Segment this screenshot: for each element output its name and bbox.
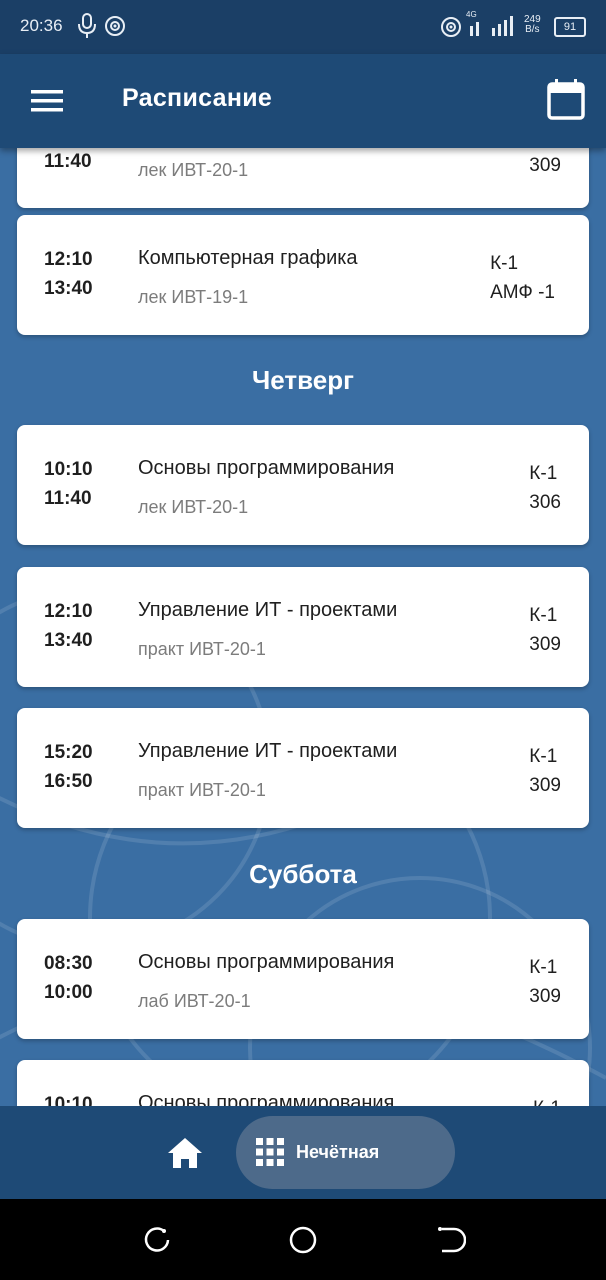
week-parity-button[interactable]: Нечётная [236, 1116, 455, 1189]
lesson-time: 11:40 [44, 148, 92, 176]
lesson-building: К-1 [490, 253, 519, 274]
lesson-card[interactable]: 15:20 16:50 Управление ИТ - проектами пр… [17, 708, 589, 828]
wifi-icon [438, 12, 464, 45]
lesson-time-end: 10:00 [44, 982, 93, 1003]
lesson-meta: практ ИВТ-20-1 [138, 639, 266, 659]
home-circle-icon[interactable] [286, 1223, 320, 1257]
lesson-room: 309 [529, 148, 561, 180]
signal-label: 4G [466, 10, 477, 19]
lesson-room-number: АМФ -1 [490, 282, 555, 303]
lesson-time-start: 10:10 [44, 1094, 93, 1106]
lesson-time-end: 13:40 [44, 630, 93, 651]
home-icon[interactable] [162, 1130, 208, 1176]
lesson-time-end: 11:40 [44, 151, 92, 172]
lesson-meta: лаб ИВТ-20-1 [138, 991, 251, 1011]
lesson-time-start: 12:10 [44, 601, 93, 622]
grid-icon [256, 1138, 284, 1171]
lesson-subject: Управление ИТ - проектами [138, 599, 398, 621]
lesson-time-start: 12:10 [44, 249, 93, 270]
net-speed: 249 B/s [524, 15, 541, 35]
lesson-room: К-1 309 [529, 601, 561, 659]
lesson-card[interactable]: 10:10 11:40 Основы программирования лек … [17, 425, 589, 545]
android-nav-bar [0, 1199, 606, 1280]
lesson-building: К-1 [529, 746, 558, 767]
day-header-saturday: Суббота [249, 859, 357, 889]
lesson-meta: лек ИВТ-20-1 [138, 160, 249, 180]
lesson-room: К-1 306 [529, 459, 561, 517]
lesson-subject: Основы программирования [138, 457, 395, 479]
lesson-building: К-1 [529, 463, 558, 484]
lesson-meta: практ ИВТ-20-1 [138, 780, 266, 800]
week-parity-label: Нечётная [296, 1142, 380, 1162]
status-time: 20:36 [20, 16, 63, 35]
lesson-subject: Управление ИТ - проектами [138, 740, 398, 762]
status-bar: 20:36 4G 249 B/s 91 [0, 0, 606, 54]
net-speed-unit: B/s [525, 24, 540, 35]
lesson-room-number: 309 [529, 634, 561, 655]
lesson-time-start: 08:30 [44, 953, 93, 974]
lesson-subject: Основы программирования [138, 1092, 395, 1106]
lesson-time: 12:10 13:40 [44, 245, 93, 303]
lesson-subject: Компьютерная графика [138, 247, 358, 269]
battery-icon: 91 [554, 17, 586, 37]
lesson-building: К-1 [529, 605, 558, 626]
app-bar: Расписание [0, 54, 606, 148]
lesson-card[interactable]: 12:10 13:40 Управление ИТ - проектами пр… [17, 567, 589, 687]
lesson-time-end: 13:40 [44, 278, 93, 299]
recents-icon[interactable] [140, 1223, 174, 1257]
lesson-room-number: 309 [529, 775, 561, 796]
lesson-room: К-1 АМФ -1 [490, 249, 555, 307]
hamburger-menu-icon[interactable] [20, 78, 74, 124]
lesson-room-number: 309 [529, 155, 561, 176]
lesson-card[interactable]: 08:30 10:00 Основы программирования лаб … [17, 919, 589, 1039]
lesson-room: К-1 309 [529, 742, 561, 800]
lesson-time: 08:30 10:00 [44, 949, 93, 1007]
lesson-time-end: 16:50 [44, 771, 93, 792]
lesson-meta: лек ИВТ-20-1 [138, 497, 249, 517]
lesson-building: К-1 [533, 1098, 561, 1106]
lesson-building: К-1 [529, 957, 558, 978]
lesson-time-end: 11:40 [44, 488, 92, 509]
day-header-thursday: Четверг [252, 365, 354, 395]
back-icon[interactable] [432, 1223, 467, 1257]
lesson-time: 12:10 13:40 [44, 597, 93, 655]
lesson-room-number: 309 [529, 986, 561, 1007]
lesson-card[interactable]: 12:10 13:40 Компьютерная графика лек ИВТ… [17, 215, 589, 335]
lesson-subject: Основы программирования [138, 951, 395, 973]
schedule-list[interactable]: 11:40 лек ИВТ-20-1 309 12:10 13:40 Компь… [0, 148, 606, 1106]
lesson-time: 15:20 16:50 [44, 738, 93, 796]
signal-icon: 4G [466, 10, 522, 45]
bottom-nav: Нечётная [0, 1106, 606, 1199]
lesson-room: К-1 309 [529, 953, 561, 1011]
lesson-time: 10:10 [44, 1090, 93, 1106]
lesson-room: К-1 [533, 1094, 561, 1106]
lesson-meta: лек ИВТ-19-1 [138, 287, 249, 307]
lesson-time-start: 10:10 [44, 459, 93, 480]
hotspot-icon [102, 12, 128, 45]
page-title: Расписание [122, 84, 273, 112]
lesson-card[interactable]: 11:40 лек ИВТ-20-1 309 [17, 148, 589, 208]
lesson-card[interactable]: 10:10 Основы программирования К-1 [17, 1060, 589, 1106]
lesson-time: 10:10 11:40 [44, 455, 93, 513]
battery-level: 91 [563, 21, 577, 33]
microphone-icon [76, 12, 98, 45]
lesson-time-start: 15:20 [44, 742, 93, 763]
calendar-icon[interactable] [540, 74, 592, 128]
lesson-room-number: 306 [529, 492, 561, 513]
